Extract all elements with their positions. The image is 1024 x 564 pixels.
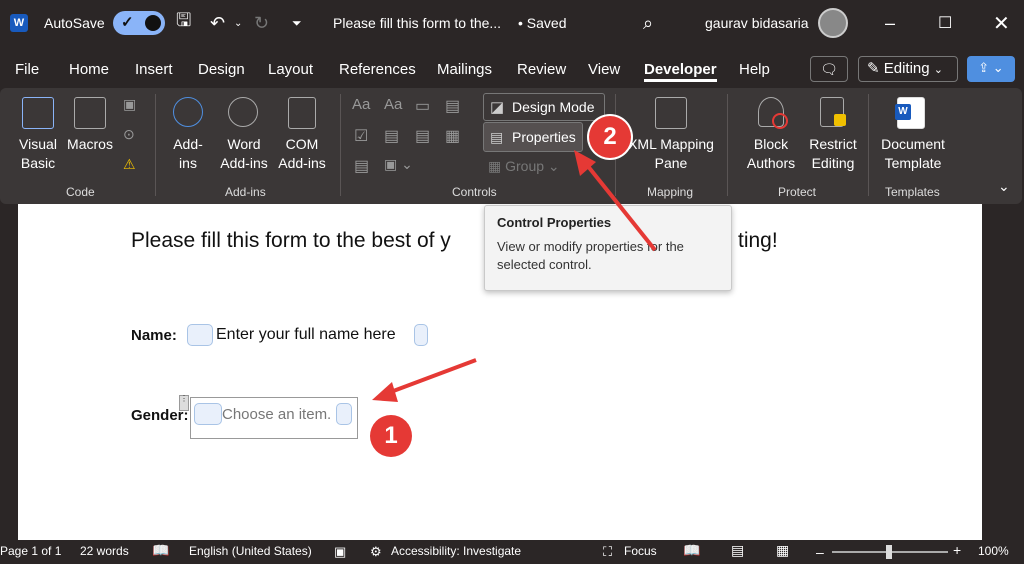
annotation-badge-2: 2	[589, 116, 631, 158]
focus-icon[interactable]: ⛶	[603, 544, 612, 560]
track-changes-icon[interactable]: ▣	[334, 544, 346, 560]
zoom-out-icon[interactable]: –	[816, 544, 824, 560]
zoom-level[interactable]: 100%	[978, 544, 1009, 558]
read-mode-icon[interactable]: 📖	[683, 542, 700, 559]
language[interactable]: English (United States)	[189, 544, 312, 558]
zoom-slider-thumb[interactable]	[886, 545, 892, 559]
focus-button[interactable]: Focus	[624, 544, 657, 558]
accessibility-status[interactable]: Accessibility: Investigate	[391, 544, 521, 558]
zoom-in-icon[interactable]: +	[953, 542, 961, 558]
word-count[interactable]: 22 words	[80, 544, 129, 558]
print-layout-icon[interactable]: ▤	[731, 542, 744, 559]
page-count[interactable]: Page 1 of 1	[0, 544, 61, 558]
annotation-badge-1: 1	[370, 415, 412, 457]
arrow-2-line	[581, 158, 657, 252]
proofing-icon[interactable]: 📖	[152, 542, 169, 559]
annotation-arrows	[372, 150, 657, 402]
arrow-1-head	[372, 382, 398, 402]
arrow-1-line	[387, 358, 477, 395]
web-layout-icon[interactable]: ▦	[776, 542, 789, 559]
accessibility-icon[interactable]: ⚙	[370, 544, 382, 560]
